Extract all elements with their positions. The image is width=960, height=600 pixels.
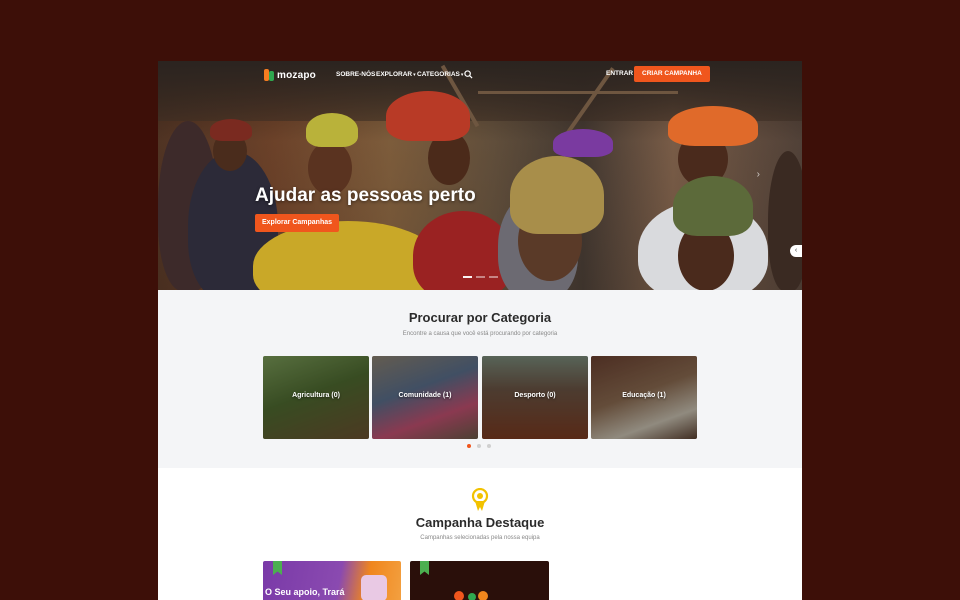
carousel-dot[interactable]	[477, 444, 481, 448]
categories-title: Procurar por Categoria	[408, 310, 552, 325]
category-card-educacao[interactable]: Educação (1)	[591, 356, 697, 439]
decor-dot	[478, 591, 488, 600]
hero-dot[interactable]	[476, 276, 485, 278]
headwrap	[668, 106, 758, 146]
category-card-desporto[interactable]: Desporto (0)	[482, 356, 588, 439]
featured-card-2[interactable]	[410, 561, 549, 600]
headwrap	[673, 176, 753, 236]
hero-dot[interactable]	[463, 276, 472, 278]
roof-beam	[478, 91, 678, 94]
hero-banner: mozapo SOBRE-NÓS EXPLORAR▾ CATEGORIAS▾ E…	[158, 61, 802, 290]
nav-link-label: EXPLORAR	[376, 71, 413, 78]
explore-campaigns-button[interactable]: Explorar Campanhas	[255, 214, 340, 232]
campaign-logo	[361, 575, 387, 600]
page: mozapo SOBRE-NÓS EXPLORAR▾ CATEGORIAS▾ E…	[158, 61, 802, 600]
category-label: Comunidade (1)	[398, 392, 452, 399]
featured-title: Campanha Destaque	[415, 515, 545, 530]
bookmark-icon	[420, 561, 429, 575]
featured-card-1[interactable]: O Seu apoio, Trará	[263, 561, 401, 600]
featured-subtitle: Campanhas selecionadas pela nossa equipa	[420, 535, 540, 541]
category-label: Agricultura (0)	[292, 392, 340, 399]
nav-link-categorias[interactable]: CATEGORIAS▾	[417, 71, 463, 78]
category-label: Educação (1)	[622, 392, 666, 399]
decor-dot	[468, 593, 476, 600]
carousel-dot[interactable]	[467, 444, 471, 448]
search-icon[interactable]	[464, 70, 473, 79]
login-link[interactable]: ENTRAR	[606, 70, 633, 77]
headwrap	[210, 119, 252, 141]
headwrap	[553, 129, 613, 157]
hero-pagination	[463, 276, 498, 278]
featured-card-title: O Seu apoio, Trará	[265, 587, 345, 597]
top-navbar: mozapo SOBRE-NÓS EXPLORAR▾ CATEGORIAS▾ E…	[158, 61, 802, 89]
headwrap	[306, 113, 358, 147]
featured-section: Campanha Destaque Campanhas selecionadas…	[158, 468, 802, 600]
logo-text: mozapo	[277, 69, 316, 81]
headwrap	[510, 156, 604, 234]
carousel-dot[interactable]	[487, 444, 491, 448]
side-tab-icon[interactable]: ‹	[790, 245, 802, 257]
categories-subtitle: Encontre a causa que você está procurand…	[402, 331, 558, 337]
create-campaign-button[interactable]: CRIAR CAMPANHA	[634, 66, 710, 82]
logo[interactable]: mozapo	[264, 69, 316, 81]
hero-dot[interactable]	[489, 276, 498, 278]
headwrap	[386, 91, 470, 141]
categories-section: Procurar por Categoria Encontre a causa …	[158, 290, 802, 468]
hero-title: Ajudar as pessoas perto	[255, 185, 476, 206]
category-label: Desporto (0)	[514, 392, 556, 399]
nav-link-sobre-nos[interactable]: SOBRE-NÓS	[336, 71, 376, 78]
decor-dot	[454, 591, 464, 600]
category-card-comunidade[interactable]: Comunidade (1)	[372, 356, 478, 439]
bookmark-icon	[273, 561, 282, 575]
chevron-right-icon[interactable]: ›	[757, 169, 760, 180]
medal-icon	[471, 488, 489, 511]
logo-icon	[264, 69, 274, 81]
chevron-down-icon: ▾	[460, 72, 464, 78]
category-card-agricultura[interactable]: Agricultura (0)	[263, 356, 369, 439]
nav-link-label: SOBRE-NÓS	[336, 71, 376, 78]
nav-link-explorar[interactable]: EXPLORAR▾	[376, 71, 416, 78]
categories-pagination	[467, 444, 491, 448]
nav-link-label: CATEGORIAS	[417, 71, 460, 78]
person-figure	[768, 151, 802, 290]
chevron-down-icon: ▾	[413, 72, 416, 78]
